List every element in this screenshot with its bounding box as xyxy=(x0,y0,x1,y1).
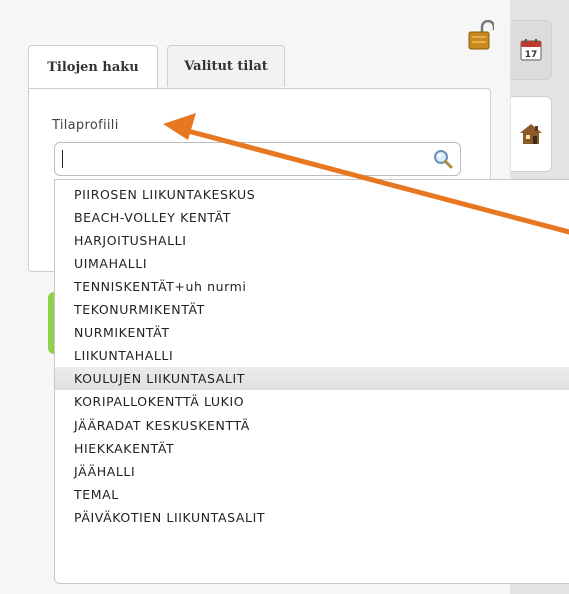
dropdown-option[interactable]: NURMIKENTÄT xyxy=(55,321,569,344)
home-tab[interactable] xyxy=(511,96,552,172)
calendar-day: 17 xyxy=(525,50,538,60)
calendar-icon: 17 xyxy=(520,39,542,61)
dropdown-option[interactable]: KORIPALLOKENTTÄ LUKIO xyxy=(55,390,569,413)
home-icon xyxy=(520,124,542,144)
dropdown-option[interactable]: KOULUJEN LIIKUNTASALIT xyxy=(55,367,569,391)
tilaprofiili-dropdown: PIIROSEN LIIKUNTAKESKUS BEACH-VOLLEY KENT… xyxy=(54,179,569,584)
dropdown-option[interactable]: LIIKUNTAHALLI xyxy=(55,344,569,367)
dropdown-option[interactable]: PIIROSEN LIIKUNTAKESKUS xyxy=(55,183,569,206)
dropdown-option[interactable]: BEACH-VOLLEY KENTÄT xyxy=(55,206,569,229)
dropdown-option[interactable]: HARJOITUSHALLI xyxy=(55,229,569,252)
lock-icon[interactable] xyxy=(468,20,494,50)
tilaprofiili-label: Tilaprofiili xyxy=(52,118,119,133)
dropdown-option[interactable]: TEMAL xyxy=(55,483,569,506)
search-field[interactable] xyxy=(54,142,461,176)
search-icon[interactable] xyxy=(432,148,454,170)
dropdown-option[interactable]: JÄÄHALLI xyxy=(55,460,569,483)
dropdown-option[interactable]: HIEKKAKENTÄT xyxy=(55,437,569,460)
dropdown-option[interactable]: JÄÄRADAT KESKUSKENTTÄ xyxy=(55,414,569,437)
dropdown-option[interactable]: TEKONURMIKENTÄT xyxy=(55,298,569,321)
tab-valitut-tilat[interactable]: Valitut tilat xyxy=(167,45,285,87)
text-caret xyxy=(62,150,63,168)
dropdown-option[interactable]: TENNISKENTÄT+uh nurmi xyxy=(55,275,569,298)
dropdown-option[interactable]: UIMAHALLI xyxy=(55,252,569,275)
dropdown-option[interactable]: PÄIVÄKOTIEN LIIKUNTASALIT xyxy=(55,506,569,529)
tilaprofiili-input[interactable] xyxy=(61,147,421,171)
calendar-tab[interactable]: 17 xyxy=(511,20,552,80)
tab-tilojen-haku[interactable]: Tilojen haku xyxy=(28,45,158,89)
